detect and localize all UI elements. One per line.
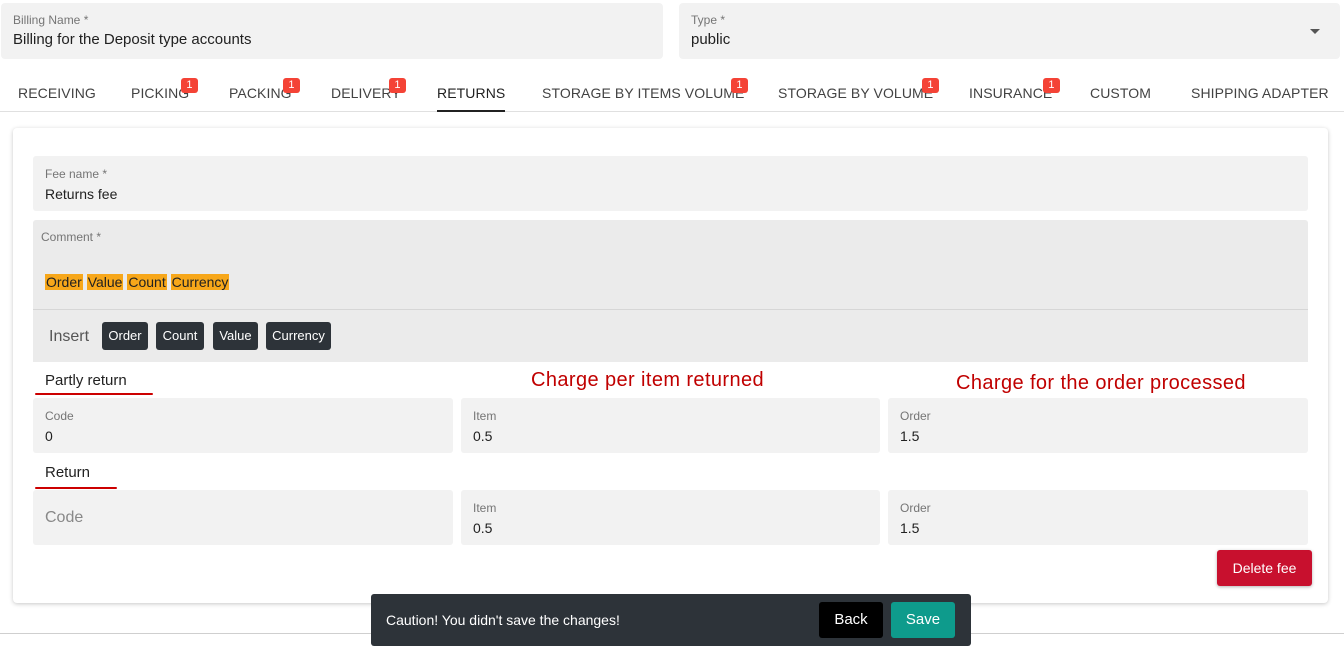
comment-text[interactable]: Order Value Count Currency [45, 274, 230, 291]
partly-return-order-field[interactable]: Order 1.5 [888, 398, 1308, 453]
tab-insurance[interactable]: INSURANCE 1 [969, 74, 1060, 112]
comment-token-value: Value [86, 274, 124, 290]
insert-toolbar: Insert Order Count Value Currency [33, 309, 1308, 362]
return-item-field[interactable]: Item 0.5 [461, 490, 880, 545]
tab-label: STORAGE BY ITEMS VOLUME [542, 85, 745, 101]
tab-storage-by-volume[interactable]: STORAGE BY VOLUME 1 [778, 74, 939, 112]
insert-label: Insert [49, 328, 90, 345]
billing-name-label: Billing Name * [13, 13, 89, 27]
save-button[interactable]: Save [891, 602, 955, 638]
tab-shipping-adapter[interactable]: SHIPPING ADAPTER [1191, 74, 1329, 112]
insert-value-button[interactable]: Value [213, 322, 258, 350]
type-label: Type * [691, 13, 726, 27]
order-label: Order [900, 409, 931, 423]
return-order-field[interactable]: Order 1.5 [888, 490, 1308, 545]
tab-packing[interactable]: PACKING 1 [229, 74, 300, 112]
comment-label: Comment * [41, 230, 102, 244]
tab-label: SHIPPING ADAPTER [1191, 85, 1329, 101]
tab-badge: 1 [389, 78, 406, 93]
tab-label: RECEIVING [18, 85, 96, 101]
tab-badge: 1 [181, 78, 198, 93]
insert-order-button[interactable]: Order [102, 322, 148, 350]
fee-name-label: Fee name * [45, 167, 108, 181]
tab-label: RETURNS [437, 85, 506, 101]
item-label: Item [473, 501, 497, 515]
type-select[interactable]: Type * public [679, 3, 1340, 59]
chevron-down-icon[interactable] [1310, 29, 1320, 34]
comment-token-count: Count [127, 274, 167, 290]
fee-name-value: Returns fee [45, 186, 118, 202]
code-value: 0 [45, 428, 53, 444]
insert-currency-button[interactable]: Currency [266, 322, 331, 350]
tab-label: INSURANCE [969, 85, 1053, 101]
tab-label: CUSTOM [1090, 85, 1152, 101]
tab-custom[interactable]: CUSTOM [1090, 74, 1151, 112]
code-label: Code [45, 409, 74, 423]
annotation-order-note: Charge for the order processed [956, 372, 1246, 394]
tab-badge: 1 [922, 78, 939, 93]
order-value: 1.5 [900, 428, 920, 444]
partly-return-item-field[interactable]: Item 0.5 [461, 398, 880, 453]
return-title: Return [45, 464, 91, 481]
tab-label: STORAGE BY VOLUME [778, 85, 934, 101]
insert-count-button[interactable]: Count [156, 322, 204, 350]
fee-card: Fee name * Returns fee Comment * Order V… [13, 128, 1328, 603]
order-value: 1.5 [900, 520, 920, 536]
item-value: 0.5 [473, 428, 493, 444]
tab-badge: 1 [283, 78, 300, 93]
tab-returns[interactable]: RETURNS [437, 74, 506, 112]
tab-picking[interactable]: PICKING 1 [131, 74, 198, 112]
type-value: public [691, 31, 731, 48]
annotation-underline [35, 393, 153, 395]
comment-token-order: Order [45, 274, 83, 290]
billing-name-value: Billing for the Deposit type accounts [13, 31, 252, 48]
partly-return-title: Partly return [45, 372, 127, 389]
tab-receiving[interactable]: RECEIVING [18, 74, 96, 112]
fee-tabs: RECEIVING PICKING 1 PACKING 1 DELIVERY 1… [0, 74, 1344, 112]
tab-delivery[interactable]: DELIVERY 1 [331, 74, 406, 112]
snackbar-message: Caution! You didn't save the changes! [386, 612, 620, 628]
back-button[interactable]: Back [819, 602, 883, 638]
item-label: Item [473, 409, 497, 423]
tab-badge: 1 [1043, 78, 1060, 93]
item-value: 0.5 [473, 520, 493, 536]
return-code-field[interactable]: Code [33, 490, 453, 545]
order-label: Order [900, 501, 931, 515]
tab-badge: 1 [731, 78, 748, 93]
annotation-item-note: Charge per item returned [531, 369, 765, 391]
unsaved-changes-snackbar: Caution! You didn't save the changes! Ba… [371, 594, 971, 646]
annotation-underline [35, 487, 117, 489]
delete-fee-button[interactable]: Delete fee [1217, 550, 1312, 586]
fee-name-field[interactable]: Fee name * Returns fee [33, 156, 1308, 211]
billing-name-field[interactable]: Billing Name * Billing for the Deposit t… [1, 3, 663, 59]
partly-return-code-field[interactable]: Code 0 [33, 398, 453, 453]
comment-editor[interactable]: Comment * Order Value Count Currency Ins… [33, 220, 1308, 362]
tab-storage-by-items-volume[interactable]: STORAGE BY ITEMS VOLUME 1 [542, 74, 748, 112]
code-placeholder: Code [45, 509, 84, 526]
comment-token-currency: Currency [170, 274, 230, 290]
